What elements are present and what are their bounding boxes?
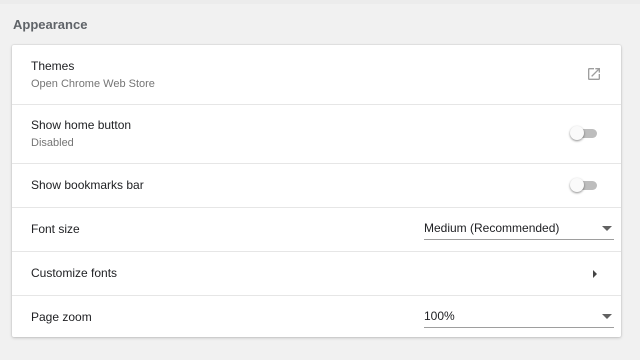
toggle-knob	[570, 178, 584, 192]
home-button-label: Show home button	[31, 118, 132, 132]
dropdown-arrow-icon	[602, 314, 612, 319]
top-strip	[0, 0, 640, 4]
bookmarks-bar-row[interactable]: Show bookmarks bar	[12, 163, 621, 207]
themes-label: Themes	[31, 59, 75, 73]
customize-fonts-label: Customize fonts	[31, 266, 118, 280]
select-underline	[424, 239, 614, 240]
page-zoom-select[interactable]: 100%	[424, 306, 614, 328]
home-button-toggle[interactable]	[569, 124, 601, 142]
select-underline	[424, 327, 614, 328]
bookmarks-bar-toggle[interactable]	[569, 176, 601, 194]
font-size-row: Font size Medium (Recommended)	[12, 207, 621, 251]
appearance-card: Themes Open Chrome Web Store Show home b…	[12, 45, 621, 337]
toggle-knob	[570, 126, 584, 140]
themes-row[interactable]: Themes Open Chrome Web Store	[12, 45, 621, 104]
bookmarks-bar-label: Show bookmarks bar	[31, 178, 144, 192]
home-button-row[interactable]: Show home button Disabled	[12, 104, 621, 163]
page-zoom-value: 100%	[424, 309, 455, 323]
page-zoom-row: Page zoom 100%	[12, 295, 621, 337]
chevron-right-icon[interactable]	[593, 270, 597, 278]
font-size-select[interactable]: Medium (Recommended)	[424, 218, 614, 240]
font-size-label: Font size	[31, 222, 80, 236]
external-link-icon[interactable]	[586, 66, 602, 82]
dropdown-arrow-icon	[602, 226, 612, 231]
customize-fonts-row[interactable]: Customize fonts	[12, 251, 621, 295]
section-title: Appearance	[13, 17, 88, 32]
font-size-value: Medium (Recommended)	[424, 221, 560, 235]
themes-sublabel: Open Chrome Web Store	[31, 78, 155, 90]
home-button-status: Disabled	[31, 137, 74, 149]
settings-page: Appearance Themes Open Chrome Web Store …	[0, 0, 640, 360]
page-zoom-label: Page zoom	[31, 310, 92, 324]
